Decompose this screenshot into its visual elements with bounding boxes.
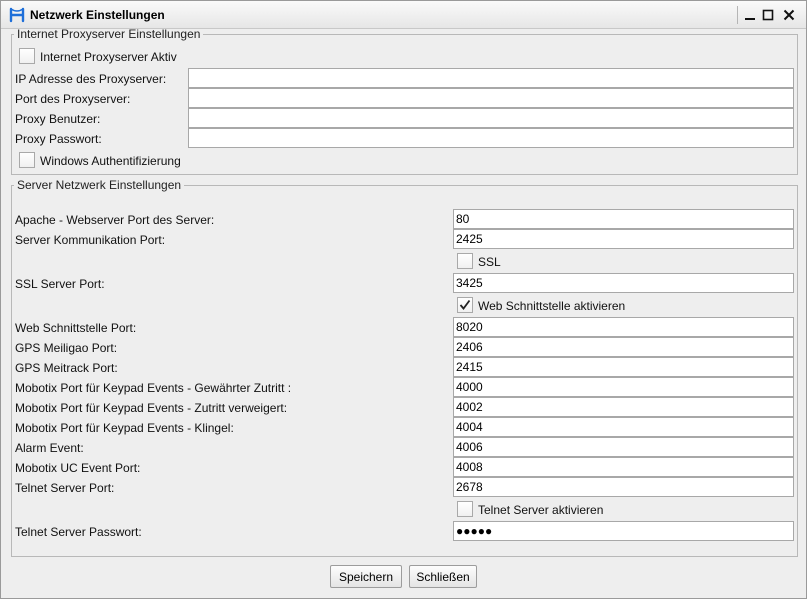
gps-meitrack-label: GPS Meitrack Port: (15, 361, 118, 375)
telnet-port-input[interactable] (453, 477, 794, 497)
ssl-port-input[interactable] (453, 273, 794, 293)
mobotix-uc-label: Mobotix UC Event Port: (15, 461, 141, 475)
mobotix-granted-input[interactable] (453, 377, 794, 397)
save-button[interactable]: Speichern (330, 565, 402, 588)
app-logo-icon (9, 7, 25, 23)
telnet-password-input[interactable] (453, 521, 794, 541)
telnet-enable-label: Telnet Server aktivieren (478, 503, 604, 517)
title-separator (737, 6, 738, 24)
alarm-event-label: Alarm Event: (15, 441, 84, 455)
mobotix-uc-input[interactable] (453, 457, 794, 477)
windows-auth-checkbox[interactable] (19, 152, 35, 168)
maximize-button[interactable] (759, 6, 777, 24)
telnet-password-label: Telnet Server Passwort: (15, 525, 142, 539)
close-icon (783, 9, 795, 21)
maximize-icon (762, 9, 774, 21)
windows-auth-label: Windows Authentifizierung (40, 154, 181, 168)
proxy-ip-input[interactable] (188, 68, 794, 88)
minimize-icon (745, 18, 755, 20)
close-button[interactable]: Schließen (409, 565, 477, 588)
proxy-group-legend: Internet Proxyserver Einstellungen (17, 27, 201, 41)
telnet-port-label: Telnet Server Port: (15, 481, 115, 495)
ssl-port-label: SSL Server Port: (15, 277, 105, 291)
checkmark-icon (459, 299, 471, 310)
proxy-port-input[interactable] (188, 88, 794, 108)
web-interface-checkbox[interactable] (457, 297, 473, 313)
server-comm-port-label: Server Kommunikation Port: (15, 233, 166, 247)
proxy-active-checkbox[interactable] (19, 48, 35, 64)
server-comm-port-input[interactable] (453, 229, 794, 249)
proxy-ip-label: IP Adresse des Proxyserver: (15, 72, 167, 86)
server-group-legend: Server Netzwerk Einstellungen (17, 178, 182, 192)
mobotix-denied-input[interactable] (453, 397, 794, 417)
web-port-input[interactable] (453, 317, 794, 337)
minimize-button[interactable] (741, 6, 759, 24)
mobotix-denied-label: Mobotix Port für Keypad Events - Zutritt… (15, 401, 288, 415)
mobotix-bell-label: Mobotix Port für Keypad Events - Klingel… (15, 421, 234, 435)
proxy-user-input[interactable] (188, 108, 794, 128)
proxy-password-label: Proxy Passwort: (15, 132, 102, 146)
alarm-event-input[interactable] (453, 437, 794, 457)
mobotix-granted-label: Mobotix Port für Keypad Events - Gewährt… (15, 381, 292, 395)
ssl-label: SSL (478, 255, 501, 269)
proxy-active-label: Internet Proxyserver Aktiv (40, 50, 177, 64)
window-title: Netzwerk Einstellungen (30, 8, 165, 22)
mobotix-bell-input[interactable] (453, 417, 794, 437)
gps-meiligao-label: GPS Meiligao Port: (15, 341, 118, 355)
close-window-button[interactable] (780, 6, 798, 24)
telnet-enable-checkbox[interactable] (457, 501, 473, 517)
apache-port-input[interactable] (453, 209, 794, 229)
proxy-password-input[interactable] (188, 128, 794, 148)
proxy-port-label: Port des Proxyserver: (15, 92, 131, 106)
gps-meiligao-input[interactable] (453, 337, 794, 357)
web-interface-label: Web Schnittstelle aktivieren (478, 299, 626, 313)
web-port-label: Web Schnittstelle Port: (15, 321, 137, 335)
title-bar[interactable]: Netzwerk Einstellungen (1, 1, 806, 29)
apache-port-label: Apache - Webserver Port des Server: (15, 213, 215, 227)
ssl-checkbox[interactable] (457, 253, 473, 269)
network-settings-window: Netzwerk Einstellungen Internet Proxyser… (0, 0, 807, 599)
gps-meitrack-input[interactable] (453, 357, 794, 377)
proxy-user-label: Proxy Benutzer: (15, 112, 101, 126)
